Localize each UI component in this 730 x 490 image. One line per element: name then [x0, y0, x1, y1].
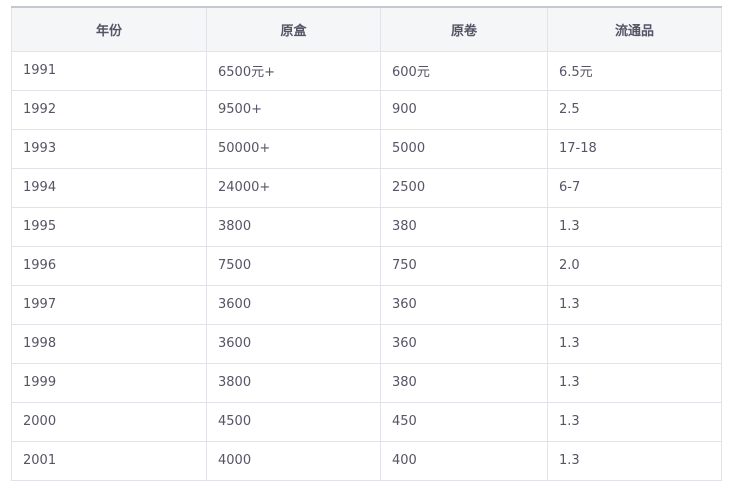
cell-circulated: 6.5元 — [547, 50, 722, 91]
table-row: 1992 9500+ 900 2.5 — [11, 89, 722, 130]
table-row: 1998 3600 360 1.3 — [11, 323, 722, 364]
cell-circulated: 1.3 — [547, 323, 722, 364]
cell-circulated: 1.3 — [547, 284, 722, 325]
cell-original-roll: 400 — [380, 440, 548, 481]
cell-year: 2001 — [11, 440, 207, 481]
cell-year: 1994 — [11, 167, 207, 208]
table-row: 1997 3600 360 1.3 — [11, 284, 722, 325]
table-row: 1996 7500 750 2.0 — [11, 245, 722, 286]
cell-original-roll: 900 — [380, 89, 548, 130]
cell-original-roll: 380 — [380, 206, 548, 247]
table-row: 1994 24000+ 2500 6-7 — [11, 167, 722, 208]
cell-original-box: 3600 — [206, 323, 381, 364]
cell-year: 1998 — [11, 323, 207, 364]
cell-year: 2000 — [11, 401, 207, 442]
header-circulated: 流通品 — [547, 6, 722, 52]
cell-original-roll: 600元 — [380, 50, 548, 91]
cell-circulated: 1.3 — [547, 362, 722, 403]
cell-original-box: 3800 — [206, 206, 381, 247]
cell-circulated: 1.3 — [547, 206, 722, 247]
cell-year: 1997 — [11, 284, 207, 325]
cell-original-box: 6500元+ — [206, 50, 381, 91]
cell-original-roll: 360 — [380, 284, 548, 325]
cell-original-roll: 360 — [380, 323, 548, 364]
cell-circulated: 2.0 — [547, 245, 722, 286]
cell-circulated: 17-18 — [547, 128, 722, 169]
cell-original-box: 24000+ — [206, 167, 381, 208]
cell-original-roll: 450 — [380, 401, 548, 442]
price-table-container: 年份 原盒 原卷 流通品 1991 6500元+ 600元 6.5元 1992 … — [11, 6, 722, 481]
header-year: 年份 — [11, 6, 207, 52]
cell-original-box: 3600 — [206, 284, 381, 325]
cell-original-roll: 750 — [380, 245, 548, 286]
cell-year: 1993 — [11, 128, 207, 169]
table-row: 2000 4500 450 1.3 — [11, 401, 722, 442]
cell-year: 1995 — [11, 206, 207, 247]
cell-original-box: 4000 — [206, 440, 381, 481]
header-original-roll: 原卷 — [380, 6, 548, 52]
cell-year: 1992 — [11, 89, 207, 130]
header-original-box: 原盒 — [206, 6, 381, 52]
cell-year: 1999 — [11, 362, 207, 403]
cell-original-box: 7500 — [206, 245, 381, 286]
cell-original-roll: 5000 — [380, 128, 548, 169]
cell-original-box: 50000+ — [206, 128, 381, 169]
cell-original-box: 9500+ — [206, 89, 381, 130]
table-header-row: 年份 原盒 原卷 流通品 — [11, 6, 722, 52]
cell-original-roll: 380 — [380, 362, 548, 403]
cell-circulated: 2.5 — [547, 89, 722, 130]
cell-circulated: 1.3 — [547, 401, 722, 442]
price-table: 年份 原盒 原卷 流通品 1991 6500元+ 600元 6.5元 1992 … — [11, 6, 722, 481]
cell-circulated: 6-7 — [547, 167, 722, 208]
cell-original-box: 3800 — [206, 362, 381, 403]
cell-original-box: 4500 — [206, 401, 381, 442]
table-row: 1993 50000+ 5000 17-18 — [11, 128, 722, 169]
cell-circulated: 1.3 — [547, 440, 722, 481]
table-row: 1991 6500元+ 600元 6.5元 — [11, 50, 722, 91]
cell-original-roll: 2500 — [380, 167, 548, 208]
table-row: 1999 3800 380 1.3 — [11, 362, 722, 403]
cell-year: 1996 — [11, 245, 207, 286]
table-row: 2001 4000 400 1.3 — [11, 440, 722, 481]
cell-year: 1991 — [11, 50, 207, 91]
table-row: 1995 3800 380 1.3 — [11, 206, 722, 247]
